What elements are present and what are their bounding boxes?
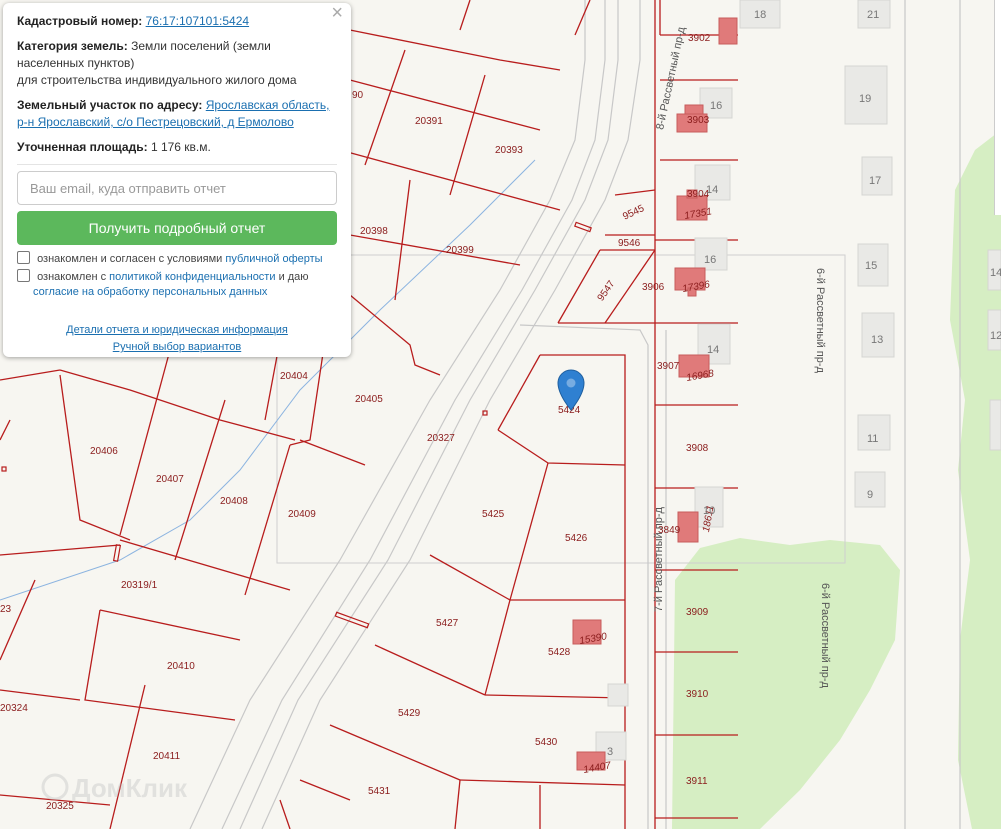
email-input[interactable] — [17, 171, 337, 205]
parcel-label: 5431 — [368, 786, 391, 797]
parcel-label: 20399 — [446, 245, 474, 256]
house-number: 18 — [754, 9, 766, 21]
house-number: 12 — [990, 330, 1001, 342]
parcel-label: 5425 — [482, 509, 505, 520]
land-category-row: Категория земель: Земли поселений (земли… — [17, 38, 337, 89]
land-use-value: для строительства индивидуального жилого… — [17, 73, 297, 87]
area-label: Уточненная площадь: — [17, 140, 148, 154]
area-row: Уточненная площадь: 1 176 кв.м. — [17, 139, 337, 156]
public-offer-link[interactable]: публичной оферты — [225, 253, 322, 265]
land-category-label: Категория земель: — [17, 39, 128, 53]
parcel-label: 5430 — [535, 737, 558, 748]
house-number: 11 — [867, 433, 878, 445]
house-number: 15 — [865, 260, 877, 272]
house-number: 21 — [867, 9, 879, 21]
house-number: 14 — [706, 184, 718, 196]
area-value: 1 176 кв.м. — [150, 140, 211, 154]
consent-privacy-mid-text: и даю — [278, 271, 309, 283]
house-number: 16 — [710, 100, 722, 112]
parcel-label: 20319/1 — [121, 580, 158, 591]
parcel-label: 20406 — [90, 446, 118, 457]
address-row: Земельный участок по адресу: Ярославская… — [17, 97, 337, 131]
parcel-label: 3906 — [642, 282, 665, 293]
parcel-label: 3911 — [686, 776, 708, 787]
manual-selection-link[interactable]: Ручной выбор вариантов — [113, 341, 241, 353]
close-icon[interactable]: × — [331, 3, 343, 23]
right-panel-edge — [994, 0, 1001, 215]
privacy-policy-link[interactable]: политикой конфиденциальности — [109, 271, 275, 283]
house-number: 14 — [707, 344, 719, 356]
parcel-label: 20325 — [46, 801, 74, 812]
house-number: 16 — [704, 254, 716, 266]
address-label: Земельный участок по адресу: — [17, 98, 203, 112]
parcel-label: 20411 — [153, 751, 181, 762]
cadastral-number-link[interactable]: 76:17:107101:5424 — [146, 14, 249, 28]
parcel-info-panel: × Кадастровый номер: 76:17:107101:5424 К… — [3, 3, 351, 357]
street-label: 6-й Рассветный пр-д — [819, 583, 831, 689]
parcel-label: 5427 — [436, 618, 459, 629]
parcel-label: 23 — [0, 604, 12, 615]
consent-privacy-checkbox[interactable] — [17, 269, 30, 282]
parcel-label: 20408 — [220, 496, 248, 507]
get-report-button[interactable]: Получить подробный отчет — [17, 211, 337, 245]
parcel-label: 3907 — [657, 361, 680, 372]
parcel-label: 20391 — [415, 116, 443, 127]
parcel-label: 3902 — [688, 33, 711, 44]
parcel-label: 5429 — [398, 708, 421, 719]
house-number: 10 — [703, 505, 715, 517]
house-number: 19 — [859, 93, 871, 105]
parcel-label: 20393 — [495, 145, 523, 156]
parcel-label: 5428 — [548, 647, 571, 658]
house-number: 3 — [607, 746, 613, 758]
parcel-label: 3910 — [686, 689, 709, 700]
bottom-links: Детали отчета и юридическая информация Р… — [17, 322, 337, 356]
parcel-label: 20407 — [156, 474, 184, 485]
parcel-label: 20409 — [288, 509, 316, 520]
cadastral-row: Кадастровый номер: 76:17:107101:5424 — [17, 13, 337, 30]
street-label: 6-й Рассветный пр-д — [814, 268, 826, 374]
divider — [17, 164, 337, 165]
parcel-label: 20324 — [0, 703, 28, 714]
watermark-text: ДомКлик — [72, 773, 188, 803]
consent-offer-checkbox[interactable] — [17, 251, 30, 264]
parcel-label: 20404 — [280, 371, 308, 382]
consent-offer-row: ознакомлен и согласен с условиями публич… — [17, 251, 337, 267]
parcel-label: 20327 — [427, 433, 455, 444]
consent-privacy-row: ознакомлен с политикой конфиденциальност… — [17, 269, 337, 300]
parcel-label: 3909 — [686, 607, 709, 618]
parcel-label: 3903 — [687, 115, 710, 126]
house-number: 14 — [990, 267, 1001, 279]
parcel-label: 20410 — [167, 661, 195, 672]
house-number: 17 — [869, 175, 881, 187]
personal-data-consent-link[interactable]: согласие на обработку персональных данны… — [33, 286, 267, 298]
report-details-link[interactable]: Детали отчета и юридическая информация — [66, 324, 288, 336]
house-number: 9 — [867, 489, 873, 501]
parcel-label: 9546 — [618, 238, 641, 249]
parcel-label: 90 — [352, 90, 364, 101]
parcel-label: 20405 — [355, 394, 383, 405]
consent-offer-text: ознакомлен и согласен с условиями — [37, 253, 223, 265]
parcel-label: 3908 — [686, 443, 709, 454]
consent-privacy-text: ознакомлен с — [37, 271, 107, 283]
parcel-label: 20398 — [360, 226, 388, 237]
cadastral-label: Кадастровый номер: — [17, 14, 143, 28]
house-number: 13 — [871, 334, 883, 346]
parcel-label: 5426 — [565, 533, 588, 544]
street-label: 7-й Рассветный пр-д — [653, 506, 665, 612]
